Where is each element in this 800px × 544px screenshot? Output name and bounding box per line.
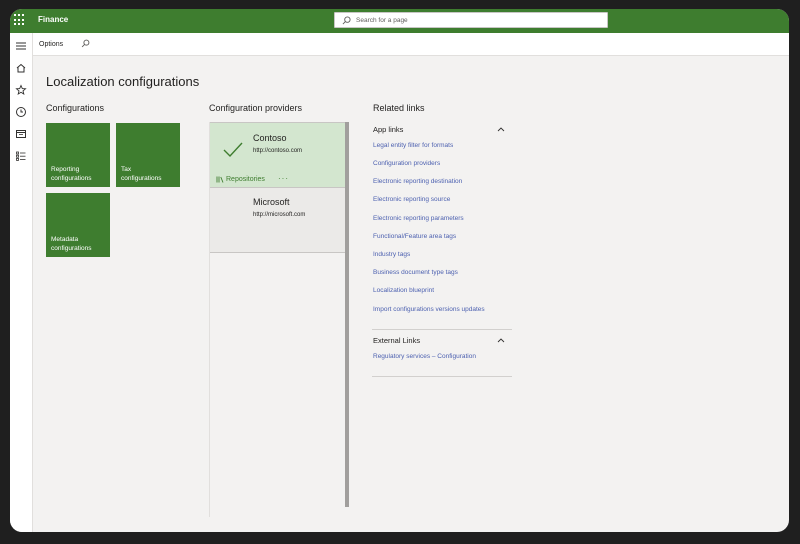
tile-label-line2: configurations (51, 245, 92, 252)
app-link[interactable]: Industry tags (373, 251, 410, 258)
app-launcher-icon[interactable] (14, 14, 26, 26)
app-link[interactable]: Import configurations versions updates (373, 306, 485, 313)
related-links-heading: Related links (373, 103, 425, 113)
external-links-heading[interactable]: External Links (373, 336, 420, 345)
reporting-configurations-tile[interactable]: Reporting configurations (46, 123, 110, 187)
app-link[interactable]: Business document type tags (373, 269, 458, 276)
metadata-configurations-tile[interactable]: Metadata configurations (46, 193, 110, 257)
provider-card-microsoft[interactable]: Microsoft http://microsoft.com (210, 188, 345, 253)
tile-label-line1: Reporting (51, 166, 80, 173)
tile-label-line2: configurations (121, 175, 162, 182)
chevron-up-icon[interactable] (497, 337, 505, 343)
section-divider (372, 376, 512, 377)
page-title: Localization configurations (46, 74, 200, 89)
tax-configurations-tile[interactable]: Tax configurations (116, 123, 180, 187)
section-divider (372, 329, 512, 330)
favorites-star-icon[interactable] (14, 83, 28, 97)
search-input[interactable]: Search for a page (356, 17, 408, 24)
chevron-up-icon[interactable] (497, 126, 505, 132)
search-icon (342, 16, 351, 25)
providers-scrollbar[interactable] (345, 122, 349, 507)
search-box[interactable]: Search for a page (334, 12, 608, 28)
app-link[interactable]: Localization blueprint (373, 287, 434, 294)
app-link[interactable]: Electronic reporting parameters (373, 215, 464, 222)
providers-list: Contoso http://contoso.com Repositories … (209, 122, 345, 517)
app-link[interactable]: Legal entity filter for formats (373, 142, 453, 149)
provider-name: Microsoft (253, 197, 290, 207)
repositories-link[interactable]: Repositories (226, 176, 265, 183)
app-window: Finance Search for a page Options Locali… (10, 9, 789, 532)
options-tab[interactable]: Options (39, 41, 63, 48)
app-link[interactable]: Configuration providers (373, 160, 440, 167)
configurations-heading: Configurations (46, 103, 105, 113)
configuration-providers-heading: Configuration providers (209, 103, 303, 113)
app-link[interactable]: Functional/Feature area tags (373, 233, 456, 240)
provider-card-contoso[interactable]: Contoso http://contoso.com Repositories … (210, 122, 345, 188)
modules-list-icon[interactable] (14, 149, 28, 163)
repositories-icon (216, 176, 224, 183)
recent-clock-icon[interactable] (14, 105, 28, 119)
left-nav (10, 33, 33, 532)
provider-url: http://microsoft.com (253, 212, 306, 218)
find-search-icon[interactable] (81, 39, 90, 48)
hamburger-icon[interactable] (14, 39, 28, 53)
provider-name: Contoso (253, 133, 287, 143)
provider-url: http://contoso.com (253, 148, 303, 154)
more-options-button[interactable]: ··· (278, 174, 289, 183)
workspaces-icon[interactable] (14, 127, 28, 141)
home-icon[interactable] (14, 61, 28, 75)
action-bar: Options (33, 33, 789, 56)
active-checkmark-icon (223, 142, 243, 158)
tile-label-line1: Metadata (51, 236, 79, 243)
app-name[interactable]: Finance (38, 15, 68, 24)
app-link[interactable]: Electronic reporting destination (373, 178, 462, 185)
external-link[interactable]: Regulatory services – Configuration (373, 353, 476, 360)
tile-label-line2: configurations (51, 175, 92, 182)
app-links-heading[interactable]: App links (373, 125, 403, 134)
tile-label-line1: Tax (121, 166, 132, 173)
app-link[interactable]: Electronic reporting source (373, 196, 450, 203)
top-bar: Finance Search for a page (10, 9, 789, 33)
